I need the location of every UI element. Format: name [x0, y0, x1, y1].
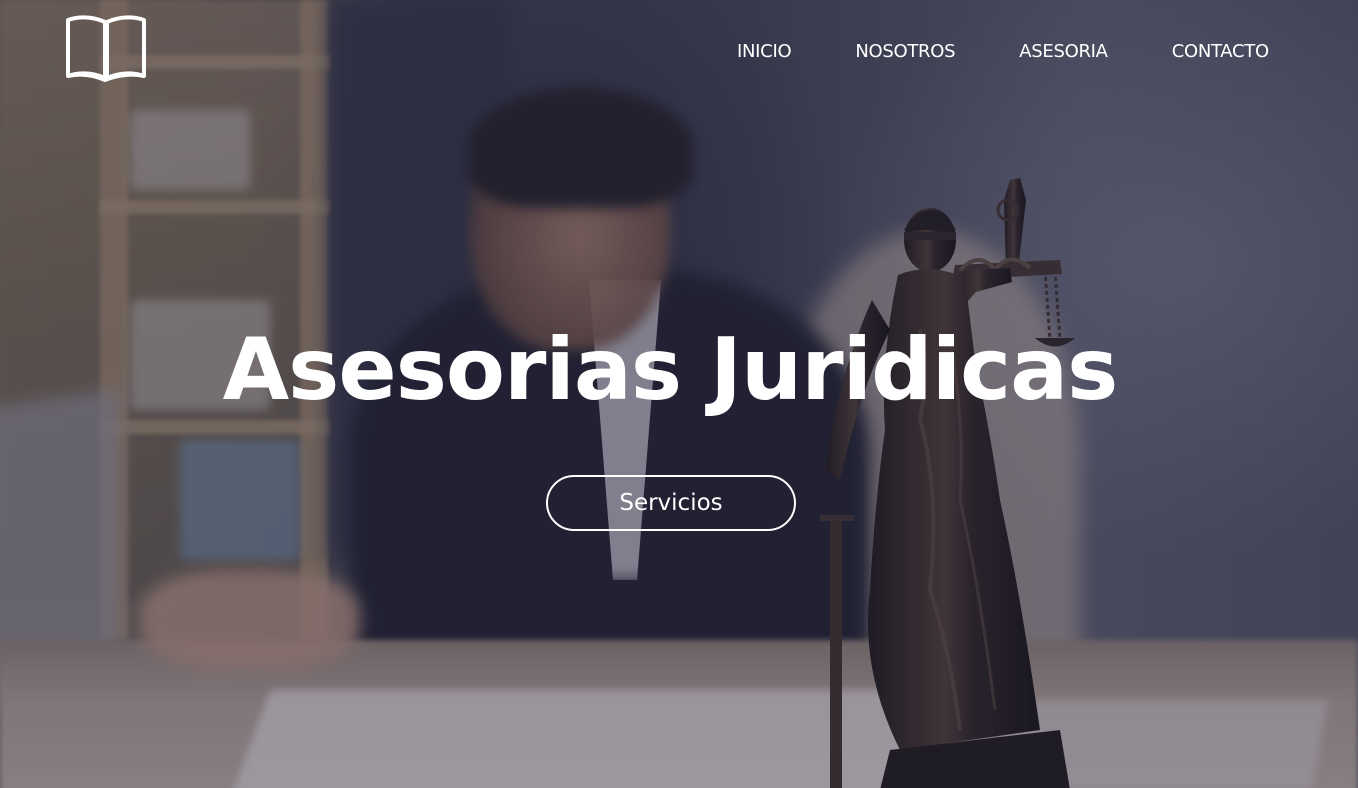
servicios-button[interactable]: Servicios: [546, 475, 796, 531]
main-navigation: INICIO NOSOTROS ASESORIA CONTACTO: [737, 40, 1269, 64]
nav-item-nosotros[interactable]: NOSOTROS: [855, 40, 955, 64]
nav-item-asesoria[interactable]: ASESORIA: [1019, 40, 1108, 64]
hero-title: Asesorias Juridicas: [0, 318, 1340, 422]
open-book-icon[interactable]: [64, 14, 148, 84]
hero-title-text: Asesorias Juridicas: [222, 320, 1119, 420]
hero-section: INICIO NOSOTROS ASESORIA CONTACTO Asesor…: [0, 0, 1358, 788]
nav-item-contacto[interactable]: CONTACTO: [1172, 40, 1269, 64]
nav-item-inicio[interactable]: INICIO: [737, 40, 792, 64]
